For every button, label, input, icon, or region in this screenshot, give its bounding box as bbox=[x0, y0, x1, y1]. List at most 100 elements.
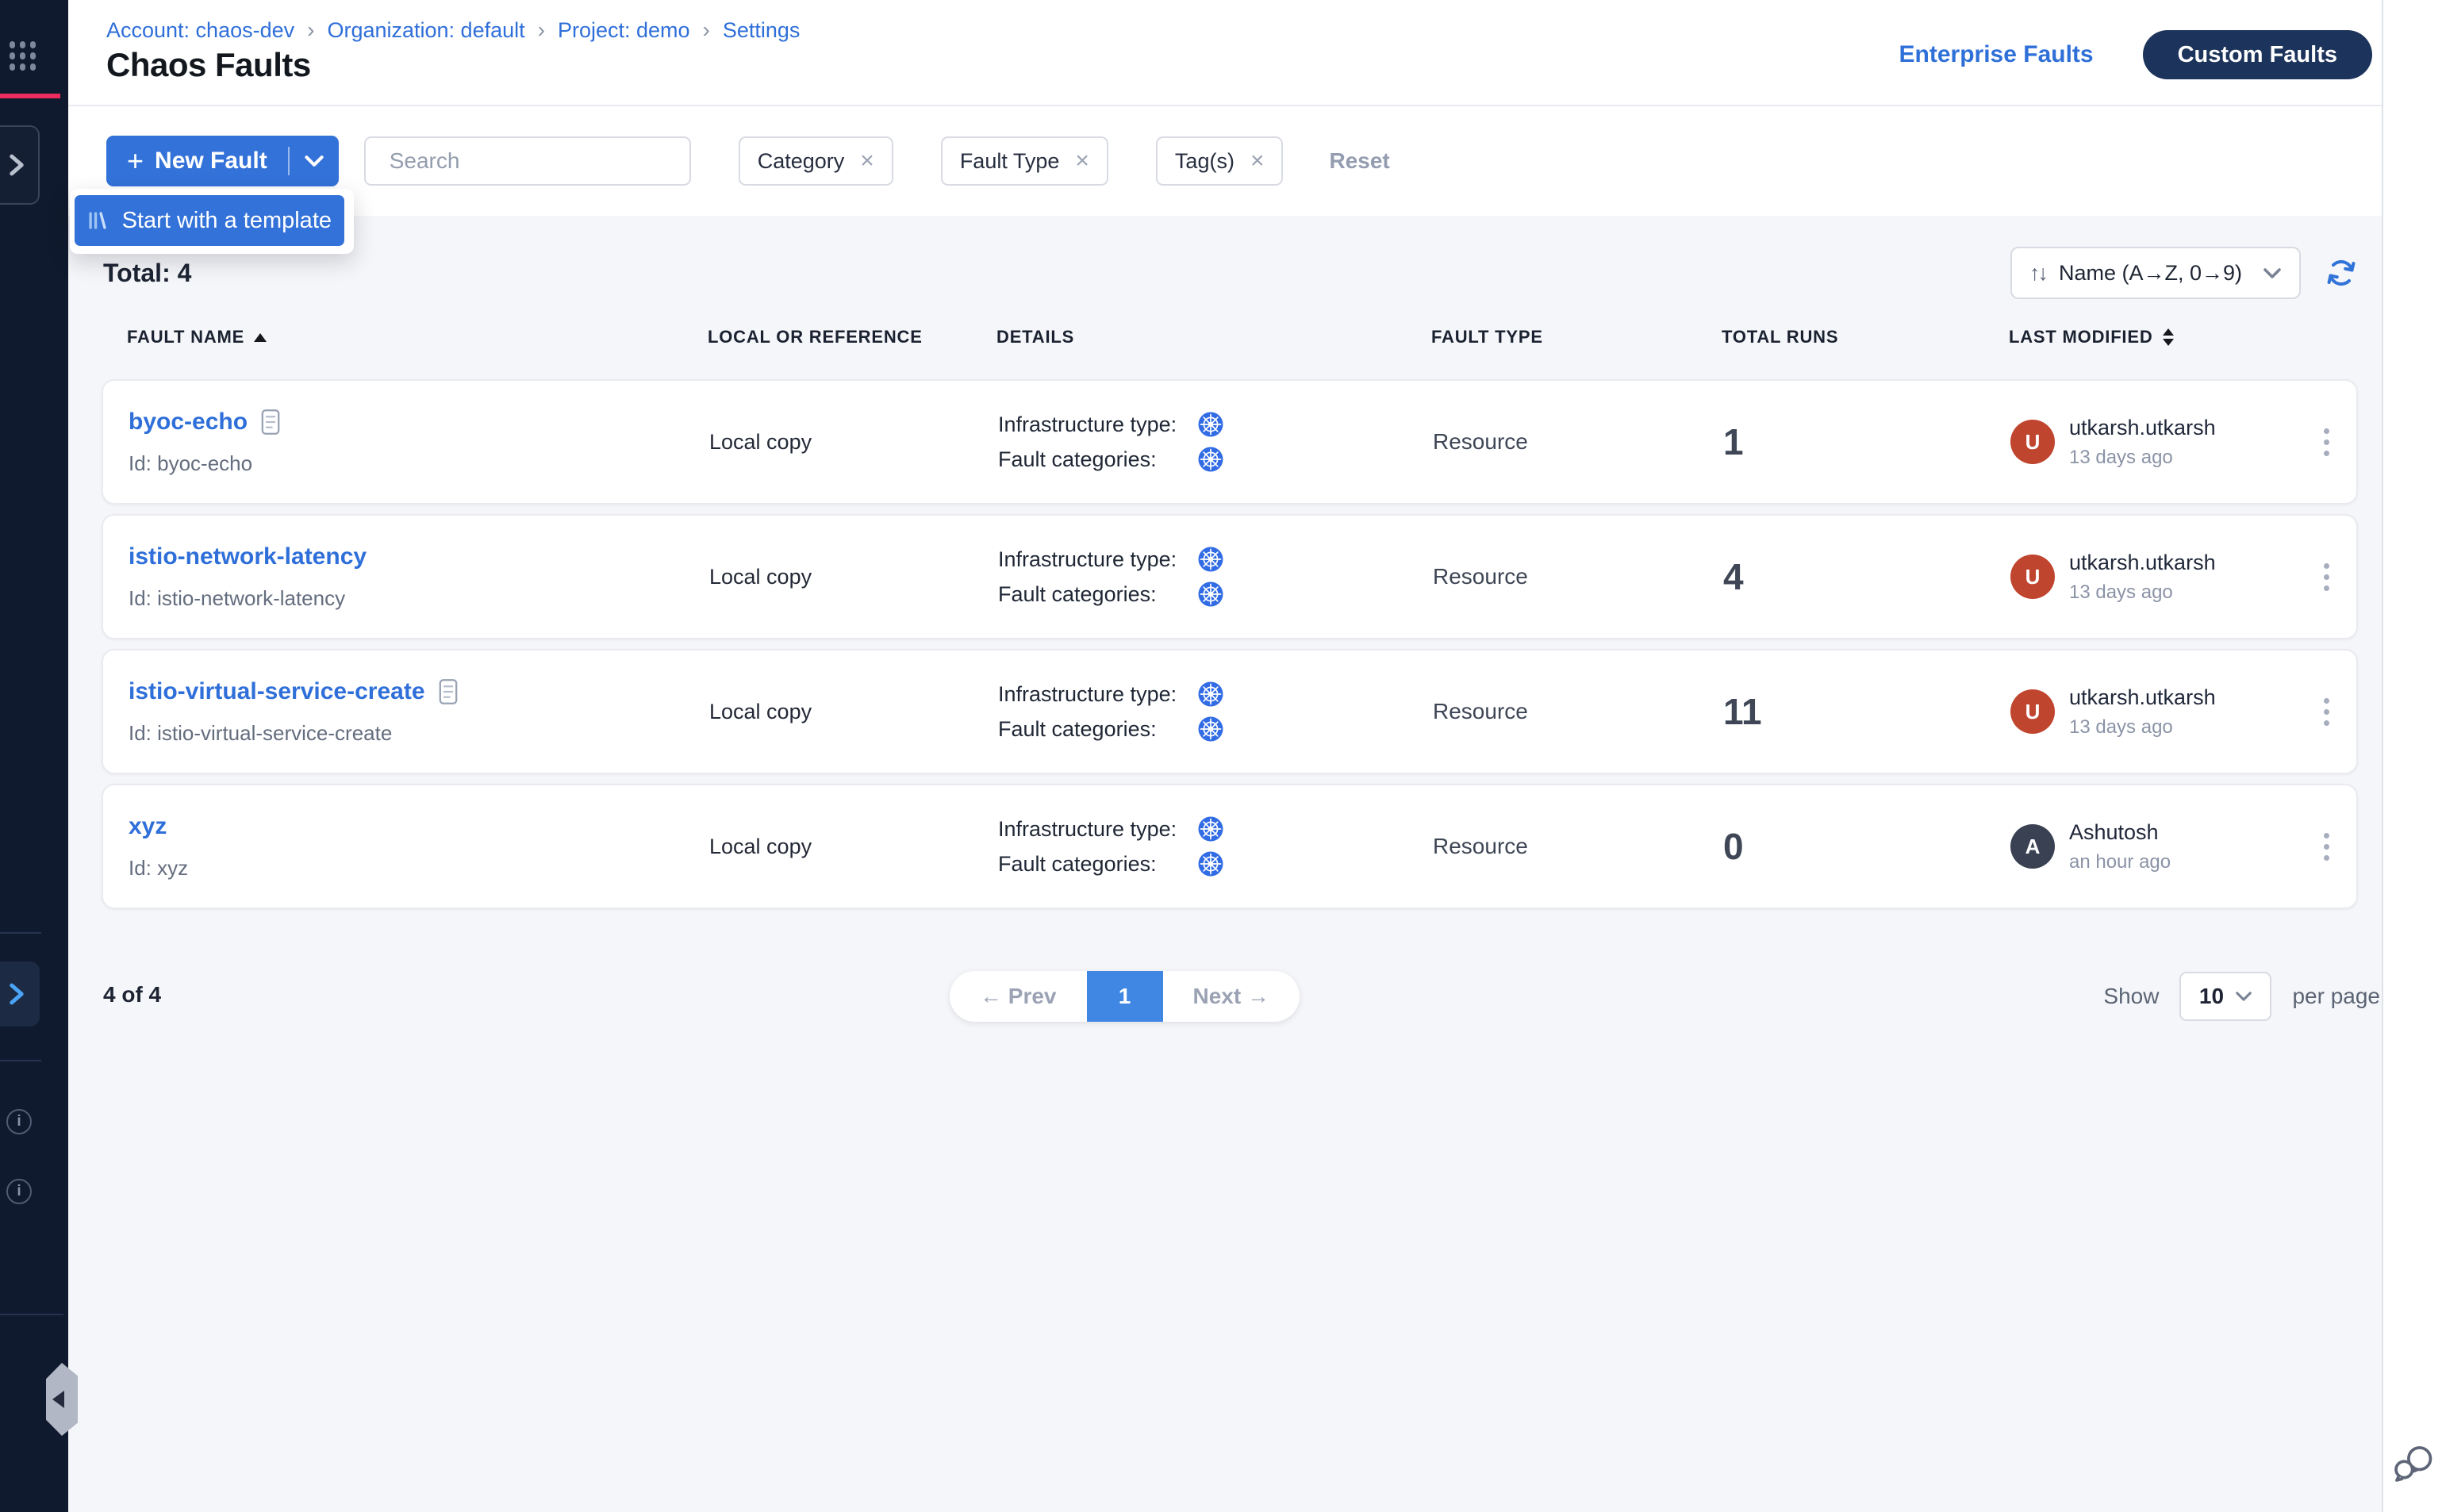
breadcrumb-separator: › bbox=[307, 17, 314, 43]
close-icon[interactable]: × bbox=[860, 149, 874, 173]
chevron-right-icon bbox=[8, 154, 25, 176]
avatar-letter: A bbox=[2025, 835, 2041, 859]
column-total-runs: TOTAL RUNS bbox=[1722, 327, 1838, 347]
kubernetes-icon bbox=[1198, 716, 1223, 742]
kebab-menu-icon bbox=[2324, 428, 2329, 456]
sort-ascending-icon bbox=[254, 333, 267, 342]
fault-name-link[interactable]: byoc-echo bbox=[129, 409, 248, 436]
pager: ← Prev 1 Next → bbox=[950, 971, 1300, 1022]
fault-name-link[interactable]: istio-network-latency bbox=[129, 543, 367, 570]
sort-both-icon bbox=[2163, 328, 2174, 346]
breadcrumb: Account: chaos-dev › Organization: defau… bbox=[106, 17, 800, 43]
fault-name-link[interactable]: xyz bbox=[129, 813, 167, 840]
app-launcher-icon[interactable] bbox=[10, 41, 36, 71]
fault-type-value: Resource bbox=[1433, 564, 1671, 589]
left-nav-rail: i i bbox=[0, 0, 68, 1512]
local-or-reference-value: Local copy bbox=[709, 835, 971, 859]
chevron-down-icon bbox=[2263, 267, 2282, 279]
row-menu-button[interactable] bbox=[2316, 785, 2337, 908]
info-icon[interactable]: i bbox=[6, 1179, 32, 1204]
filter-tags-label: Tag(s) bbox=[1175, 149, 1234, 174]
sort-select[interactable]: ↑↓ Name (A→Z, 0→9) bbox=[2010, 247, 2301, 299]
page-header: Account: chaos-dev › Organization: defau… bbox=[68, 0, 2382, 106]
local-or-reference-value: Local copy bbox=[709, 700, 971, 724]
kubernetes-icon bbox=[1198, 851, 1223, 877]
refresh-button[interactable] bbox=[2325, 256, 2358, 290]
kubernetes-icon bbox=[1198, 547, 1223, 572]
sort-label: Name (A→Z, 0→9) bbox=[2059, 261, 2250, 286]
close-icon[interactable]: × bbox=[1075, 149, 1089, 173]
filter-tags-chip[interactable]: Tag(s) × bbox=[1156, 136, 1284, 186]
fault-id: Id: istio-network-latency bbox=[129, 586, 684, 611]
filter-fault-type-chip[interactable]: Fault Type × bbox=[941, 136, 1108, 186]
chevron-down-icon bbox=[2235, 991, 2252, 1002]
close-icon[interactable]: × bbox=[1250, 149, 1265, 173]
row-menu-button[interactable] bbox=[2316, 381, 2337, 503]
breadcrumb-organization[interactable]: Organization: default bbox=[327, 18, 524, 43]
filter-category-chip[interactable]: Category × bbox=[739, 136, 893, 186]
table-header-row: FAULT NAME LOCAL OR REFERENCE DETAILS FA… bbox=[102, 327, 2358, 352]
modified-by: utkarsh.utkarsh bbox=[2069, 685, 2216, 710]
kubernetes-icon bbox=[1198, 447, 1223, 472]
column-label: LAST MODIFIED bbox=[2009, 327, 2153, 347]
next-page-button[interactable]: Next → bbox=[1163, 971, 1300, 1022]
avatar-letter: U bbox=[2025, 700, 2041, 724]
avatar: U bbox=[2010, 689, 2055, 734]
prev-page-button[interactable]: ← Prev bbox=[950, 971, 1087, 1022]
breadcrumb-settings[interactable]: Settings bbox=[723, 18, 801, 43]
table-row: xyz Id: xyz Local copy Infrastructure ty… bbox=[102, 784, 2358, 909]
local-or-reference-value: Local copy bbox=[709, 565, 971, 589]
expand-panel-button[interactable] bbox=[0, 961, 40, 1027]
info-icon[interactable]: i bbox=[6, 1109, 32, 1134]
reset-filters-link[interactable]: Reset bbox=[1329, 148, 1389, 174]
copy-icon[interactable] bbox=[438, 678, 459, 705]
copy-icon[interactable] bbox=[260, 409, 281, 436]
refresh-icon bbox=[2325, 256, 2358, 290]
info-glyph: i bbox=[17, 1113, 21, 1130]
sidebar-divider bbox=[0, 932, 41, 934]
modified-time: an hour ago bbox=[2069, 851, 2171, 873]
avatar: A bbox=[2010, 824, 2055, 869]
sidebar-collapse-handle[interactable] bbox=[46, 1363, 78, 1436]
new-fault-dropdown-toggle[interactable] bbox=[290, 136, 339, 186]
avatar-letter: U bbox=[2025, 565, 2041, 589]
start-with-template-item[interactable]: Start with a template bbox=[75, 195, 344, 246]
new-fault-split-button: + New Fault bbox=[106, 136, 339, 186]
sort-arrows-icon: ↑↓ bbox=[2029, 261, 2046, 286]
page-1-button[interactable]: 1 bbox=[1087, 971, 1163, 1022]
enterprise-faults-link[interactable]: Enterprise Faults bbox=[1899, 41, 2094, 68]
kebab-menu-icon bbox=[2324, 698, 2329, 726]
infrastructure-type-label: Infrastructure type: bbox=[998, 682, 1198, 707]
new-fault-button[interactable]: + New Fault bbox=[106, 136, 288, 186]
custom-faults-button[interactable]: Custom Faults bbox=[2143, 30, 2372, 79]
per-page-select[interactable]: 10 bbox=[2179, 972, 2271, 1021]
column-fault-type: FAULT TYPE bbox=[1431, 327, 1543, 347]
row-menu-button[interactable] bbox=[2316, 516, 2337, 638]
column-last-modified[interactable]: LAST MODIFIED bbox=[2009, 327, 2174, 347]
support-chat-icon[interactable] bbox=[2391, 1441, 2436, 1490]
infrastructure-type-label: Infrastructure type: bbox=[998, 817, 1198, 842]
details-cell: Infrastructure type: Fa bbox=[998, 381, 1223, 503]
sidebar-divider bbox=[0, 1060, 41, 1061]
custom-faults-label: Custom Faults bbox=[2178, 42, 2337, 68]
scrollbar-gutter[interactable] bbox=[2382, 0, 2442, 1512]
total-runs-value: 0 bbox=[1723, 825, 1961, 868]
column-fault-name[interactable]: FAULT NAME bbox=[127, 327, 267, 347]
fault-categories-label: Fault categories: bbox=[998, 852, 1198, 877]
module-panel-toggle[interactable] bbox=[0, 125, 40, 205]
triangle-left-icon bbox=[52, 1391, 64, 1408]
fault-name-link[interactable]: istio-virtual-service-create bbox=[129, 678, 425, 705]
search-input[interactable] bbox=[390, 148, 676, 174]
last-modified-cell: U utkarsh.utkarsh 13 days ago bbox=[2010, 650, 2216, 773]
row-menu-button[interactable] bbox=[2316, 650, 2337, 773]
show-label: Show bbox=[2103, 984, 2159, 1009]
total-runs-value: 1 bbox=[1723, 420, 1961, 463]
filter-category-label: Category bbox=[758, 149, 845, 174]
breadcrumb-project[interactable]: Project: demo bbox=[558, 18, 690, 43]
breadcrumb-account[interactable]: Account: chaos-dev bbox=[106, 18, 294, 43]
info-glyph: i bbox=[17, 1183, 21, 1200]
new-fault-dropdown-menu: Start with a template bbox=[70, 189, 354, 254]
search-box bbox=[364, 136, 691, 186]
modified-time: 13 days ago bbox=[2069, 716, 2216, 739]
fault-id: Id: istio-virtual-service-create bbox=[129, 721, 684, 746]
